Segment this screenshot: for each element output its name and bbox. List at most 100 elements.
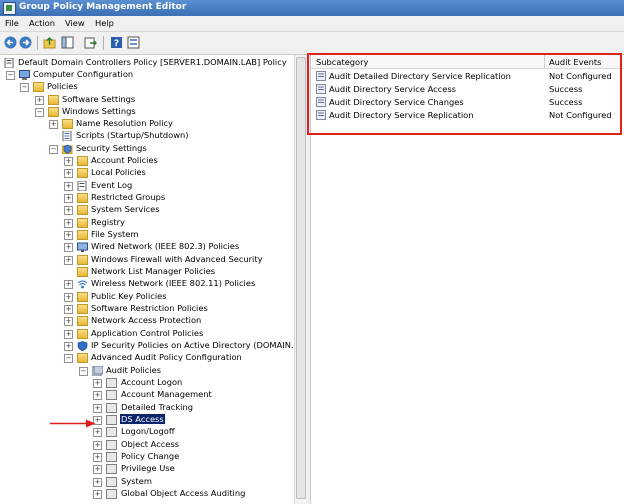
tree-label: Network Access Protection	[91, 315, 202, 325]
toolbar-separator	[37, 36, 38, 50]
tree-label: Restricted Groups	[91, 192, 166, 202]
tree-label: Windows Firewall with Advanced Security	[91, 254, 263, 264]
properties-icon[interactable]	[127, 36, 140, 49]
expand-icon[interactable]: +	[64, 219, 73, 228]
tree-label: Public Key Policies	[91, 291, 167, 301]
expand-icon[interactable]: +	[93, 391, 102, 400]
expand-icon[interactable]: +	[64, 182, 73, 191]
tree-label: System	[121, 476, 152, 486]
folder-icon	[77, 255, 88, 265]
tree-label: Application Control Policies	[91, 328, 204, 338]
scrollbar-thumb[interactable]	[296, 57, 306, 499]
tree-label: Network List Manager Policies	[91, 266, 216, 276]
tree-label: Security Settings	[76, 143, 147, 153]
tree-label: Event Log	[91, 180, 133, 190]
tree-label: Logon/Logoff	[121, 426, 175, 436]
expand-icon[interactable]: +	[64, 231, 73, 240]
audit-category-icon	[106, 440, 117, 450]
audit-category-icon	[106, 403, 117, 413]
expand-icon[interactable]: +	[93, 465, 102, 474]
export-icon[interactable]	[84, 36, 97, 49]
expand-icon[interactable]: +	[64, 194, 73, 203]
expand-icon[interactable]: +	[93, 453, 102, 462]
tree-label-selected: DS Access	[120, 414, 165, 424]
folder-icon	[77, 316, 88, 326]
folder-icon	[77, 156, 88, 166]
event-log-icon	[77, 181, 87, 191]
audit-category-icon	[106, 477, 117, 487]
tree-label: Windows Settings	[62, 106, 136, 116]
expand-icon[interactable]: +	[64, 280, 73, 289]
expand-icon[interactable]: +	[64, 243, 73, 252]
expand-icon[interactable]: +	[64, 317, 73, 326]
folder-icon	[77, 168, 88, 178]
folder-icon	[77, 230, 88, 240]
expand-icon[interactable]: +	[93, 478, 102, 487]
help-icon[interactable]: ?	[110, 36, 123, 49]
up-folder-icon[interactable]	[43, 36, 56, 49]
tree-label: Advanced Audit Policy Configuration	[91, 352, 242, 362]
audit-category-icon	[106, 452, 117, 462]
expand-icon[interactable]: +	[64, 256, 73, 265]
show-tree-icon[interactable]	[61, 36, 74, 49]
folder-icon	[77, 193, 88, 203]
folder-icon	[77, 353, 88, 363]
expand-icon[interactable]: +	[93, 490, 102, 499]
expand-icon[interactable]: +	[64, 305, 73, 314]
tree-label: Default Domain Controllers Policy [SERVE…	[18, 57, 287, 67]
expand-icon[interactable]: +	[35, 96, 44, 105]
folder-icon	[48, 95, 59, 105]
tree-label: Wired Network (IEEE 802.3) Policies	[91, 241, 240, 251]
tree-label: IP Security Policies on Active Directory…	[91, 340, 294, 350]
tree-label: Name Resolution Policy	[76, 118, 173, 128]
expand-icon[interactable]: +	[64, 206, 73, 215]
folder-icon	[33, 82, 44, 92]
title-bar: Group Policy Management Editor	[0, 0, 624, 16]
tree-label: Detailed Tracking	[121, 402, 193, 412]
collapse-icon[interactable]: −	[49, 145, 58, 154]
collapse-icon[interactable]: −	[20, 83, 29, 92]
collapse-icon[interactable]: −	[79, 367, 88, 376]
tree-label: Local Policies	[91, 167, 146, 177]
tree-scrollbar[interactable]	[294, 55, 306, 504]
expand-icon[interactable]: +	[49, 120, 58, 129]
tree-label: Scripts (Startup/Shutdown)	[76, 130, 189, 140]
folder-icon	[77, 218, 88, 228]
menu-file[interactable]: File	[5, 18, 19, 28]
script-icon	[62, 131, 72, 141]
menu-action[interactable]: Action	[29, 18, 55, 28]
audit-category-icon	[106, 415, 117, 425]
tree-label: Account Management	[121, 389, 212, 399]
tree-label: System Services	[91, 204, 160, 214]
audit-category-icon	[106, 427, 117, 437]
folder-icon	[48, 107, 59, 117]
menu-help[interactable]: Help	[95, 18, 114, 28]
expand-icon[interactable]: +	[93, 441, 102, 450]
expand-icon[interactable]: +	[64, 330, 73, 339]
expand-icon[interactable]: +	[64, 169, 73, 178]
ip-security-icon	[77, 341, 88, 351]
expand-icon[interactable]: +	[93, 379, 102, 388]
expand-icon[interactable]: +	[64, 293, 73, 302]
forward-icon[interactable]	[19, 36, 32, 49]
expand-icon[interactable]: +	[93, 428, 102, 437]
window-title: Group Policy Management Editor	[19, 2, 187, 12]
collapse-icon[interactable]: −	[64, 354, 73, 363]
folder-icon	[77, 292, 88, 302]
audit-category-icon	[106, 489, 117, 499]
audit-category-icon	[106, 390, 117, 400]
toolbar: ?	[0, 32, 624, 55]
collapse-icon[interactable]: −	[6, 71, 15, 80]
menu-view[interactable]: View	[65, 18, 85, 28]
folder-icon	[62, 119, 73, 129]
expand-icon[interactable]: +	[64, 157, 73, 166]
expand-icon[interactable]: +	[93, 404, 102, 413]
folder-icon	[77, 267, 88, 277]
tree-label: Policies	[47, 81, 78, 91]
collapse-icon[interactable]: −	[35, 108, 44, 117]
expand-icon[interactable]: +	[64, 342, 73, 351]
policy-document-icon	[4, 58, 14, 68]
toolbar-separator	[103, 36, 104, 50]
back-icon[interactable]	[4, 36, 17, 49]
tree-pane: Default Domain Controllers Policy [SERVE…	[0, 55, 294, 504]
